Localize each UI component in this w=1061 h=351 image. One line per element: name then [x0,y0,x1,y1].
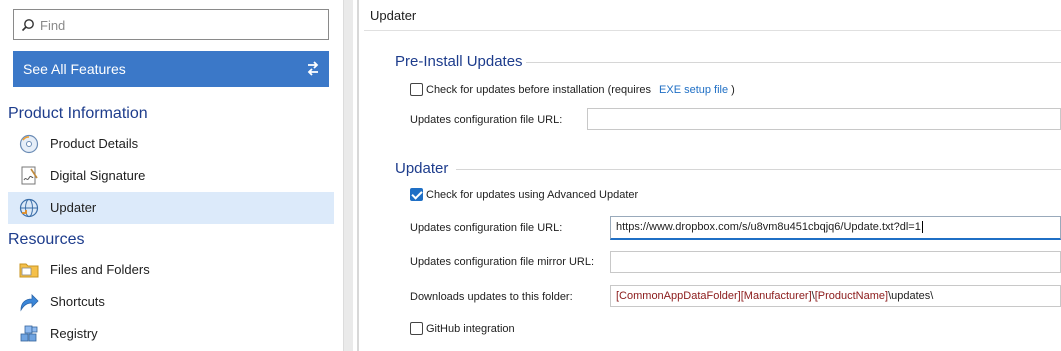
pre-install-check-suffix: ) [731,83,735,96]
github-integration-check-row: GitHub integration [410,322,515,335]
divider [526,62,1061,63]
disc-icon [19,134,39,154]
globe-update-icon [19,198,39,218]
github-integration-label: GitHub integration [426,322,515,335]
config-url-field[interactable]: https://www.dropbox.com/s/u8vm8u451cbqjq… [610,216,1061,240]
config-url-value: https://www.dropbox.com/s/u8vm8u451cbqjq… [616,221,921,233]
folder-icon [19,263,39,278]
mirror-url-label: Updates configuration file mirror URL: [410,256,595,268]
advanced-updater-check-row: Check for updates using Advanced Updater [410,188,638,201]
sidebar-item-label: Registry [50,326,98,341]
pane-splitter[interactable] [343,0,353,351]
mirror-url-field[interactable] [610,251,1061,273]
signature-icon [21,166,38,185]
section-header-resources: Resources [8,231,85,248]
path-suffix: \updates\ [888,290,934,302]
text-caret [921,221,923,234]
sidebar-item-product-details[interactable]: Product Details [8,128,334,160]
swap-arrows-icon [307,61,319,76]
exe-setup-file-link[interactable]: EXE setup file [659,84,728,96]
section-header-product-information: Product Information [8,105,148,122]
sidebar: See All Features Product Information Pro… [0,0,343,351]
see-all-features-button[interactable]: See All Features [13,51,329,87]
divider [364,30,1061,31]
config-url-label: Updates configuration file URL: [410,222,563,234]
advanced-updater-check-label: Check for updates using Advanced Updater [426,188,639,201]
shortcut-arrow-icon [20,294,39,312]
sidebar-item-label: Shortcuts [50,294,105,309]
sidebar-item-label: Updater [50,200,97,215]
path-token: [CommonAppDataFolder] [616,290,741,302]
page-title: Updater [370,8,417,23]
download-folder-label: Downloads updates to this folder: [410,291,573,303]
search-icon [21,19,34,32]
sidebar-item-label: Digital Signature [50,168,146,183]
main-panel: Updater Pre-Install Updates Check for up… [364,0,1061,351]
path-token: [ProductName] [814,290,889,302]
advanced-updater-checkbox[interactable] [410,188,423,201]
divider [456,169,1061,170]
sidebar-item-registry[interactable]: Registry [8,318,334,350]
search-box[interactable] [13,9,329,40]
sidebar-item-digital-signature[interactable]: Digital Signature [8,160,334,192]
search-input[interactable] [40,16,320,34]
sidebar-item-label: Files and Folders [50,262,150,277]
group-header-updater: Updater [395,160,449,177]
sidebar-item-files-and-folders[interactable]: Files and Folders [8,254,334,286]
download-folder-field[interactable]: [CommonAppDataFolder][Manufacturer]\[Pro… [610,285,1061,307]
divider [357,0,359,351]
pre-install-check-checkbox[interactable] [410,83,423,96]
registry-cubes-icon [20,325,38,342]
pre-install-config-url-field[interactable] [587,108,1061,130]
pre-install-check-row: Check for updates before installation (r… [410,83,735,96]
pre-install-check-label: Check for updates before installation (r… [426,83,652,96]
path-token: [Manufacturer] [740,290,812,302]
sidebar-item-label: Product Details [50,136,139,151]
sidebar-item-updater[interactable]: Updater [8,192,334,224]
github-integration-checkbox[interactable] [410,322,423,335]
see-all-features-label: See All Features [23,61,126,77]
group-header-pre-install-updates: Pre-Install Updates [395,53,523,70]
sidebar-item-shortcuts[interactable]: Shortcuts [8,286,334,318]
pre-install-config-url-label: Updates configuration file URL: [410,114,563,126]
